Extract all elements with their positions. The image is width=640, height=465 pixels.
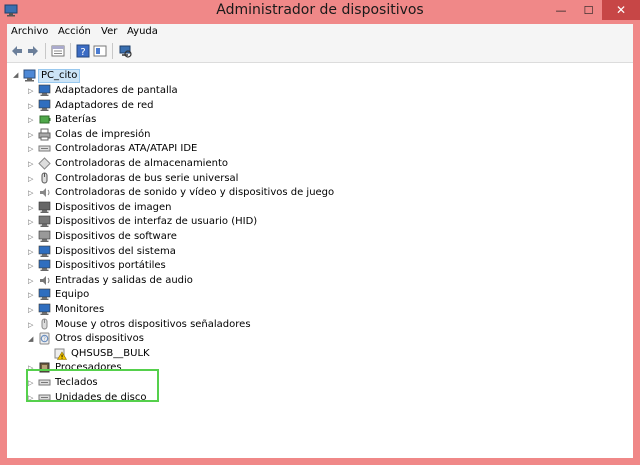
expand-arrow-icon[interactable]: ▷	[28, 145, 36, 153]
expand-arrow-icon[interactable]: ▷	[28, 189, 36, 197]
menu-ver[interactable]: Ver	[101, 26, 117, 37]
show-hidden-icon[interactable]	[93, 44, 107, 58]
tree-root-label[interactable]: PC_cito	[38, 69, 81, 83]
help-icon[interactable]: ?	[76, 44, 90, 58]
tree-category-item[interactable]: Controladoras ATA/ATAPI IDE	[55, 142, 197, 156]
client-area: Archivo Acción Ver Ayuda ? ◢ PC_cito ▷ A…	[7, 24, 633, 458]
tree-category-item[interactable]: Controladoras de sonido y vídeo y dispos…	[55, 186, 334, 200]
expand-arrow-icon[interactable]: ▷	[28, 131, 36, 139]
tree-category-item[interactable]: Dispositivos portátiles	[55, 259, 166, 273]
software-device-icon	[38, 230, 51, 242]
collapse-arrow-icon[interactable]: ◢	[28, 335, 36, 343]
display-adapter-icon	[38, 84, 51, 96]
menu-archivo[interactable]: Archivo	[11, 26, 48, 37]
tree-device-item[interactable]: QHSUSB__BULK	[71, 347, 150, 361]
warning-device-icon	[54, 348, 67, 360]
tree-category-item[interactable]: Otros dispositivos	[55, 332, 144, 346]
computer-root-icon	[23, 69, 36, 82]
toolbar-separator	[45, 43, 46, 59]
expand-arrow-icon[interactable]: ▷	[28, 233, 36, 241]
mouse-icon	[41, 318, 48, 330]
toolbar: ?	[7, 40, 633, 63]
svg-text:?: ?	[80, 47, 85, 58]
sound-icon	[40, 188, 50, 198]
tree-category-item[interactable]: Dispositivos de interfaz de usuario (HID…	[55, 215, 257, 229]
camera-icon	[38, 201, 51, 213]
back-icon[interactable]	[10, 44, 24, 58]
device-tree[interactable]: ◢ PC_cito ▷ Adaptadores de pantalla ▷ Adapt…	[7, 63, 633, 458]
tree-category-item[interactable]: Monitores	[55, 303, 104, 317]
tree-category-item[interactable]: Dispositivos del sistema	[55, 245, 176, 259]
menu-bar: Archivo Acción Ver Ayuda	[7, 24, 633, 40]
system-device-icon	[38, 245, 51, 257]
hid-icon	[38, 216, 51, 228]
toolbar-separator	[112, 43, 113, 59]
expand-arrow-icon[interactable]: ▷	[28, 248, 36, 256]
monitor-icon	[38, 303, 51, 315]
computer-icon	[38, 289, 51, 301]
tree-category-item[interactable]: Entradas y salidas de audio	[55, 274, 193, 288]
portable-device-icon	[38, 259, 51, 272]
tree-category-item[interactable]: Mouse y otros dispositivos señaladores	[55, 318, 251, 332]
other-devices-highlight	[26, 369, 159, 402]
tree-category-item[interactable]: Equipo	[55, 288, 89, 302]
properties-view-icon[interactable]	[51, 44, 65, 58]
expand-arrow-icon[interactable]: ▷	[28, 262, 36, 270]
tree-category-item[interactable]: Controladoras de almacenamiento	[55, 157, 228, 171]
expand-arrow-icon[interactable]: ▷	[28, 204, 36, 212]
title-bar[interactable]: Administrador de dispositivos — ☐ ✕	[0, 0, 640, 24]
network-adapter-icon	[38, 99, 51, 111]
expand-arrow-icon[interactable]: ▷	[28, 116, 36, 124]
expand-arrow-icon[interactable]: ▷	[28, 160, 36, 168]
printer-icon	[38, 128, 51, 141]
collapse-arrow-icon[interactable]: ◢	[13, 71, 21, 79]
svg-text:?: ?	[43, 337, 46, 343]
maximize-button[interactable]: ☐	[575, 0, 602, 20]
menu-ayuda[interactable]: Ayuda	[127, 26, 158, 37]
forward-icon[interactable]	[26, 44, 40, 58]
tree-category-item[interactable]: Adaptadores de pantalla	[55, 84, 178, 98]
audio-io-icon	[40, 275, 50, 285]
toolbar-separator	[70, 43, 71, 59]
window-title: Administrador de dispositivos	[216, 2, 424, 18]
tree-category-item[interactable]: Dispositivos de software	[55, 230, 177, 244]
expand-arrow-icon[interactable]: ▷	[28, 321, 36, 329]
expand-arrow-icon[interactable]: ▷	[28, 175, 36, 183]
usb-icon	[41, 172, 48, 184]
storage-controller-icon	[38, 157, 51, 170]
close-button[interactable]: ✕	[602, 0, 640, 20]
tree-category-item[interactable]: Colas de impresión	[55, 128, 150, 142]
other-devices-icon: ?	[39, 332, 50, 345]
tree-category-item[interactable]: Baterías	[55, 113, 96, 127]
expand-arrow-icon[interactable]: ▷	[28, 277, 36, 285]
device-manager-window: Administrador de dispositivos — ☐ ✕ Arch…	[0, 0, 640, 465]
ide-controller-icon	[38, 145, 51, 152]
expand-arrow-icon[interactable]: ▷	[28, 87, 36, 95]
minimize-button[interactable]: —	[547, 0, 575, 20]
scan-hardware-icon[interactable]	[118, 44, 132, 58]
menu-accion[interactable]: Acción	[58, 26, 91, 37]
battery-icon	[39, 115, 51, 124]
tree-category-item[interactable]: Controladoras de bus serie universal	[55, 172, 238, 186]
expand-arrow-icon[interactable]: ▷	[28, 306, 36, 314]
tree-category-item[interactable]: Adaptadores de red	[55, 99, 154, 113]
expand-arrow-icon[interactable]: ▷	[28, 102, 36, 110]
expand-arrow-icon[interactable]: ▷	[28, 218, 36, 226]
tree-category-item[interactable]: Dispositivos de imagen	[55, 201, 171, 215]
expand-arrow-icon[interactable]: ▷	[28, 291, 36, 299]
